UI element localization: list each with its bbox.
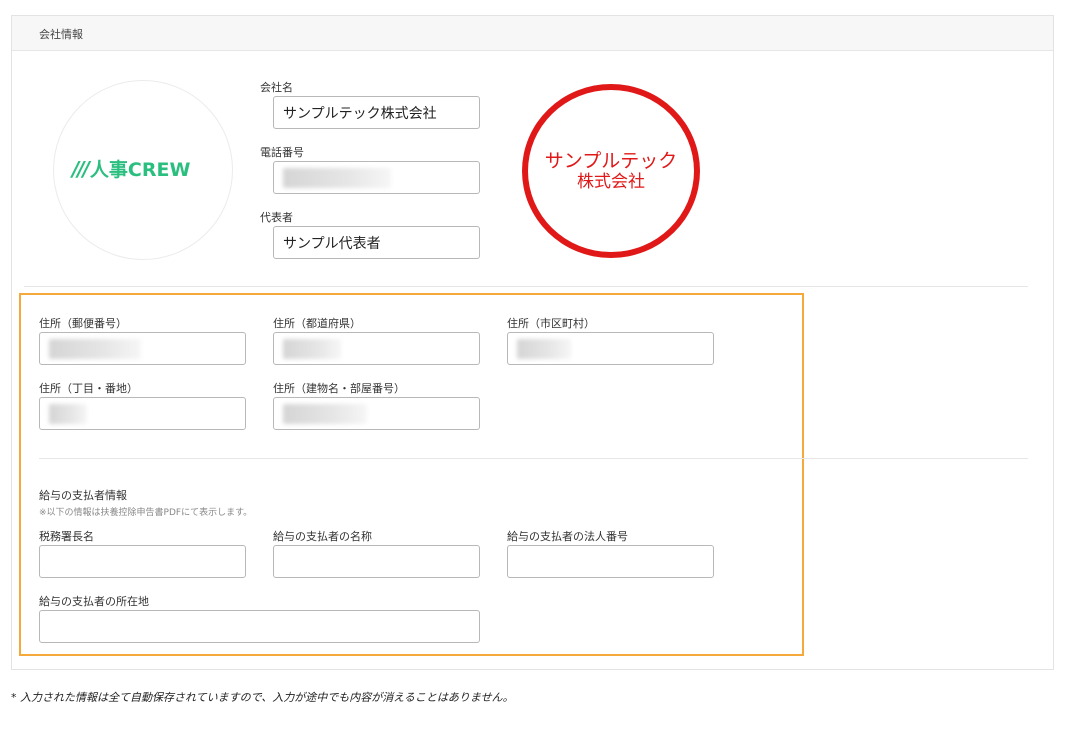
payer-address-input[interactable] bbox=[39, 610, 480, 643]
redacted-value bbox=[517, 338, 571, 359]
building-input[interactable] bbox=[273, 397, 480, 430]
phone-label: 電話番号 bbox=[260, 146, 304, 159]
company-name-value: サンプルテック株式会社 bbox=[283, 105, 437, 122]
tax-office-input[interactable] bbox=[39, 545, 246, 578]
city-input[interactable] bbox=[507, 332, 714, 365]
representative-label: 代表者 bbox=[260, 211, 293, 224]
redacted-value bbox=[283, 403, 367, 424]
divider bbox=[39, 458, 1028, 459]
logo-mark-icon: /// bbox=[72, 156, 90, 181]
company-info-panel: 会社情報 /// 人事CREW 会社名 サンプルテック株式会社 電話番号 代表者… bbox=[11, 15, 1054, 670]
autosave-note: * 入力された情報は全て自動保存されていますので、入力が途中でも内容が消えること… bbox=[11, 691, 514, 704]
postal-code-input[interactable] bbox=[39, 332, 246, 365]
street-input[interactable] bbox=[39, 397, 246, 430]
postal-code-label: 住所（郵便番号） bbox=[39, 317, 127, 330]
building-label: 住所（建物名・部屋番号） bbox=[273, 382, 405, 395]
redacted-value bbox=[283, 167, 391, 188]
payer-name-label: 給与の支払者の名称 bbox=[273, 530, 372, 543]
payer-name-input[interactable] bbox=[273, 545, 480, 578]
redacted-value bbox=[49, 338, 141, 359]
street-label: 住所（丁目・番地） bbox=[39, 382, 138, 395]
prefecture-input[interactable] bbox=[273, 332, 480, 365]
tax-office-label: 税務署長名 bbox=[39, 530, 94, 543]
divider bbox=[24, 286, 1028, 287]
seal-text-line2: 株式会社 bbox=[577, 172, 645, 192]
company-logo-upload[interactable]: /// 人事CREW bbox=[53, 80, 233, 260]
payer-section-title: 給与の支払者情報 bbox=[39, 489, 127, 502]
payer-address-label: 給与の支払者の所在地 bbox=[39, 595, 149, 608]
representative-value: サンプル代表者 bbox=[283, 235, 381, 252]
redacted-value bbox=[49, 403, 87, 424]
company-logo: /// 人事CREW bbox=[72, 155, 190, 182]
phone-input[interactable] bbox=[273, 161, 480, 194]
corporate-number-input[interactable] bbox=[507, 545, 714, 578]
representative-input[interactable]: サンプル代表者 bbox=[273, 226, 480, 259]
company-name-input[interactable]: サンプルテック株式会社 bbox=[273, 96, 480, 129]
panel-header: 会社情報 bbox=[12, 16, 1053, 51]
prefecture-label: 住所（都道府県） bbox=[273, 317, 361, 330]
logo-text: 人事CREW bbox=[89, 159, 191, 181]
seal-text-line1: サンプルテック bbox=[544, 150, 678, 172]
company-name-label: 会社名 bbox=[260, 81, 293, 94]
payer-section-note: ※以下の情報は扶養控除申告書PDFにて表示します。 bbox=[39, 508, 253, 518]
corporate-number-label: 給与の支払者の法人番号 bbox=[507, 530, 628, 543]
panel-title: 会社情報 bbox=[39, 28, 83, 41]
redacted-value bbox=[283, 338, 341, 359]
city-label: 住所（市区町村） bbox=[507, 317, 595, 330]
company-seal-upload[interactable]: サンプルテック 株式会社 bbox=[522, 84, 700, 258]
